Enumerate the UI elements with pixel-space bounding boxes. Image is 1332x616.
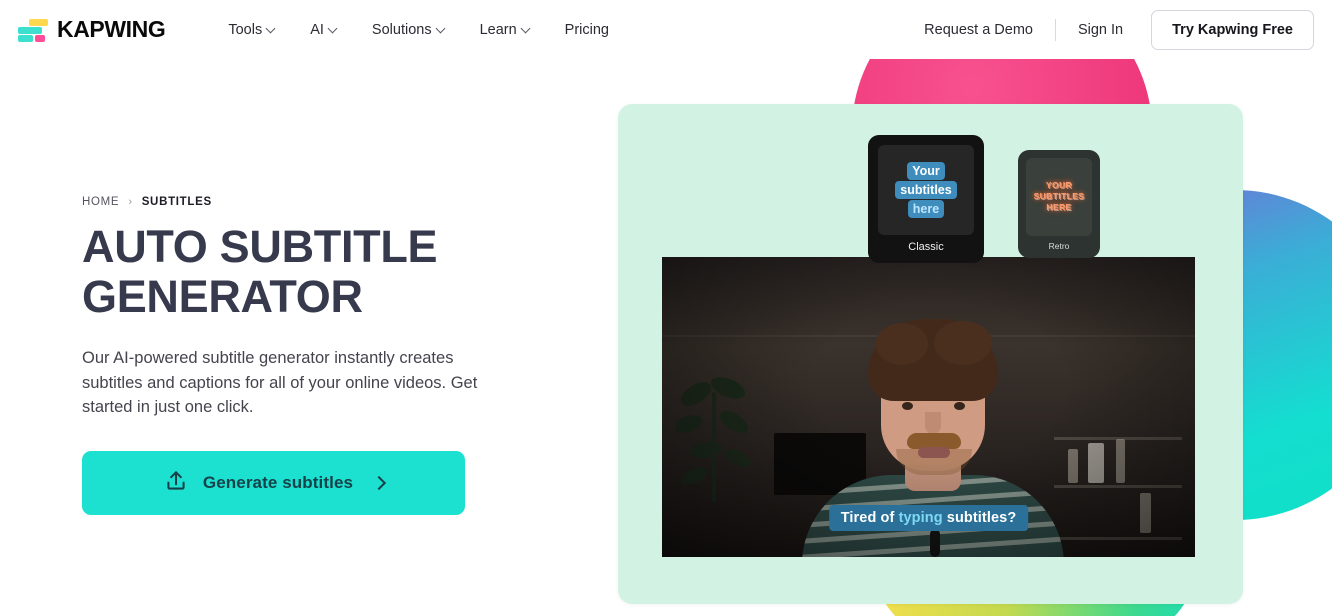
- video-preview[interactable]: Tired of typing subtitles?: [662, 257, 1195, 557]
- breadcrumb-separator-icon: ›: [128, 196, 133, 208]
- classic-preview: Your subtitles here: [878, 145, 974, 235]
- nav-item-tools-label: Tools: [228, 21, 263, 38]
- subtitle-style-classic[interactable]: Your subtitles here Classic: [868, 135, 984, 263]
- chevron-down-icon: [329, 24, 338, 33]
- request-demo-link[interactable]: Request a Demo: [910, 14, 1047, 46]
- hero-visual: Tired of typing subtitles? Your subtitle…: [600, 0, 1332, 616]
- page-title: AUTO SUBTITLE GENERATOR: [82, 221, 438, 322]
- upload-icon: [163, 468, 189, 497]
- chevron-down-icon: [522, 24, 531, 33]
- breadcrumb-current: SUBTITLES: [141, 196, 212, 208]
- nav-item-ai-label: AI: [310, 21, 324, 38]
- top-navbar: KAPWING Tools AI Solutions Learn Pricing: [0, 0, 1332, 59]
- retro-line-3: HERE: [1046, 202, 1072, 213]
- classic-label: Classic: [908, 241, 944, 253]
- classic-line-3: here: [907, 200, 945, 218]
- brand-name: KAPWING: [57, 16, 166, 42]
- retro-label: Retro: [1048, 240, 1070, 251]
- generate-subtitles-label: Generate subtitles: [202, 472, 354, 492]
- nav-item-learn-label: Learn: [479, 21, 517, 38]
- retro-line-1: YOUR: [1045, 180, 1073, 191]
- nav-divider: [1054, 18, 1056, 41]
- nav-links: Tools AI Solutions Learn Pricing: [211, 14, 626, 46]
- nav-item-tools[interactable]: Tools: [211, 14, 293, 46]
- breadcrumb-home[interactable]: HOME: [82, 196, 119, 208]
- nav-item-pricing-label: Pricing: [564, 21, 609, 38]
- subtitle-style-retro[interactable]: YOUR SUBTITLES HERE Retro: [1018, 150, 1100, 258]
- nav-item-solutions[interactable]: Solutions: [355, 14, 463, 46]
- breadcrumb: HOME › SUBTITLES: [82, 196, 552, 208]
- nav-item-learn[interactable]: Learn: [463, 14, 548, 46]
- caption-highlight: typing: [898, 510, 943, 526]
- sign-in-link[interactable]: Sign In: [1064, 14, 1137, 46]
- nav-item-solutions-label: Solutions: [371, 21, 432, 38]
- kapwing-logo-icon: [18, 18, 48, 42]
- try-kapwing-free-button[interactable]: Try Kapwing Free: [1151, 9, 1314, 50]
- classic-line-1: Your: [907, 162, 945, 180]
- nav-item-pricing[interactable]: Pricing: [548, 14, 626, 46]
- hero-copy: HOME › SUBTITLES AUTO SUBTITLE GENERATOR…: [82, 196, 552, 515]
- caption-suffix: subtitles?: [942, 510, 1017, 526]
- brand-logo[interactable]: KAPWING: [18, 16, 166, 42]
- caption-prefix: Tired of: [840, 510, 899, 526]
- retro-line-2: SUBTITLES: [1033, 191, 1085, 202]
- chevron-right-icon: [373, 477, 384, 488]
- nav-item-ai[interactable]: AI: [293, 14, 355, 46]
- classic-line-2: subtitles: [895, 181, 957, 199]
- hero-description: Our AI-powered subtitle generator instan…: [82, 349, 478, 416]
- nav-actions: Request a Demo Sign In Try Kapwing Free: [910, 9, 1314, 50]
- landing-page: KAPWING Tools AI Solutions Learn Pricing: [0, 0, 1332, 616]
- chevron-down-icon: [437, 24, 446, 33]
- video-caption: Tired of typing subtitles?: [828, 505, 1029, 531]
- generate-subtitles-button[interactable]: Generate subtitles: [82, 450, 465, 515]
- retro-preview: YOUR SUBTITLES HERE: [1026, 158, 1092, 236]
- chevron-down-icon: [267, 24, 276, 33]
